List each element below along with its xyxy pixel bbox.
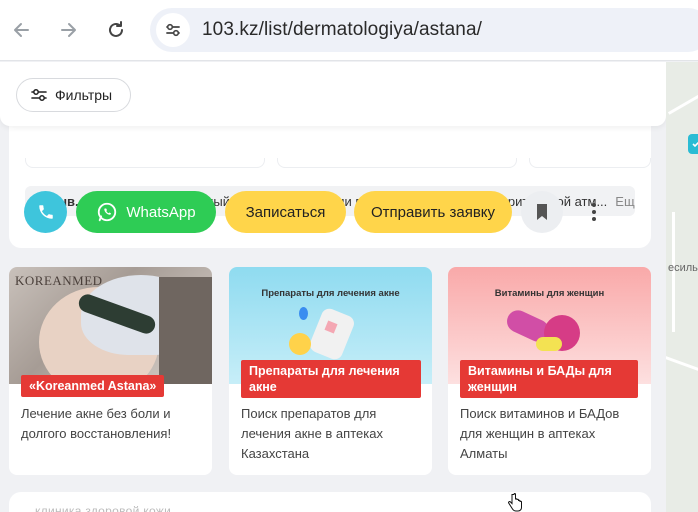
map-marker[interactable] [688, 134, 698, 154]
arrow-left-icon [14, 23, 29, 37]
call-button[interactable] [24, 191, 67, 233]
promo-image-koreanmed: KOREANMED [9, 267, 212, 384]
filters-label: Фильтры [55, 87, 113, 103]
promo-description: Лечение акне без боли и долгого восстано… [21, 406, 172, 441]
check-icon [692, 141, 698, 148]
map-panel[interactable]: есиль [666, 62, 698, 512]
promo-tag: Витамины и БАДы для женщин [460, 360, 638, 398]
reload-button[interactable] [100, 14, 132, 46]
sliders-icon [31, 89, 47, 101]
send-request-button[interactable]: Отправить заявку [354, 191, 512, 233]
promo-image-title: Препараты для лечения акне [261, 288, 400, 299]
next-clinic-card[interactable]: клиника здоровой кожи [9, 492, 651, 512]
promo-description: Поиск препаратов для лечения акне в апте… [241, 406, 383, 461]
promo-tag: «Koreanmed Astana» [21, 375, 165, 397]
bookmark-button[interactable] [521, 191, 563, 233]
promo-card-women-vitamins[interactable]: Витамины для женщин Витамины и БАДы для … [448, 267, 651, 475]
phone-icon [38, 205, 53, 219]
promo-description: Поиск витаминов и БАДов для женщин в апт… [460, 406, 620, 461]
arrow-right-icon [61, 23, 76, 37]
promo-tag: Препараты для лечения акне [241, 360, 421, 398]
url-text[interactable]: 103.kz/list/dermatologiya/astana/ [202, 19, 482, 41]
address-bar[interactable]: 103.kz/list/dermatologiya/astana/ [150, 8, 698, 52]
promo-card-koreanmed[interactable]: KOREANMED «Koreanmed Astana» Лечение акн… [9, 267, 212, 475]
whatsapp-button[interactable]: WhatsApp [76, 191, 216, 233]
book-label: Записаться [245, 203, 326, 221]
reload-icon [109, 21, 123, 37]
next-clinic-title: клиника здоровой кожи [35, 504, 172, 512]
promo-image-title: Витамины для женщин [494, 288, 605, 299]
filter-bar: Фильтры [0, 62, 666, 126]
hand-cursor-icon [506, 493, 524, 512]
page-content: Фильтры Отзыв. Невероятно позитивный вра… [0, 62, 666, 512]
more-vertical-icon [592, 203, 596, 221]
browser-toolbar: 103.kz/list/dermatologiya/astana/ [0, 0, 698, 61]
review-more-link[interactable]: Еще [607, 194, 635, 209]
bookmark-icon [537, 204, 547, 220]
send-request-label: Отправить заявку [370, 203, 496, 221]
card-tabs [25, 158, 651, 168]
whatsapp-label: WhatsApp [126, 203, 196, 221]
book-button[interactable]: Записаться [225, 191, 346, 233]
promo-card-acne-drugs[interactable]: Препараты для лечения акне Препараты для… [229, 267, 432, 475]
back-button[interactable] [6, 14, 38, 46]
more-options-button[interactable] [580, 191, 608, 233]
site-settings-icon[interactable] [156, 13, 190, 47]
map-label: есиль [668, 262, 698, 274]
forward-button[interactable] [52, 14, 84, 46]
whatsapp-icon [98, 202, 117, 222]
filters-button[interactable]: Фильтры [16, 78, 132, 112]
